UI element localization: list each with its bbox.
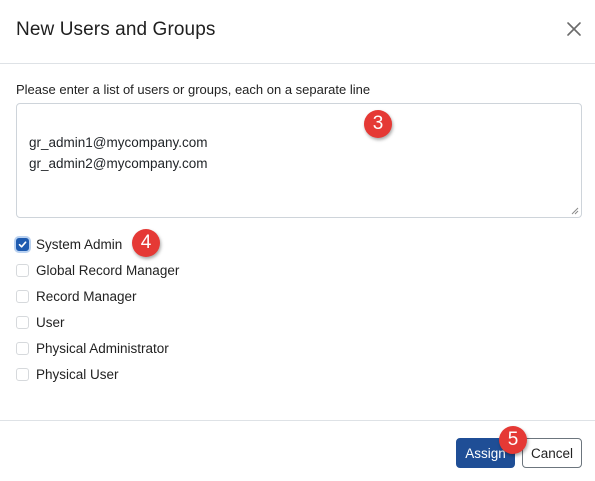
checkbox-physical-administrator[interactable] [16, 341, 29, 355]
instruction-label: Please enter a list of users or groups, … [16, 82, 371, 97]
role-label: User [36, 314, 65, 330]
checkbox-global-record-manager[interactable] [16, 263, 29, 277]
role-label: Physical Administrator [36, 340, 169, 356]
cancel-button[interactable]: Cancel [522, 438, 582, 468]
dialog-title: New Users and Groups [16, 19, 216, 40]
checkbox-physical-user[interactable] [16, 367, 29, 381]
role-record-manager[interactable]: Record Manager [16, 283, 179, 309]
checkbox-system-admin[interactable] [16, 237, 29, 251]
role-label: Global Record Manager [36, 262, 180, 278]
checkbox-record-manager[interactable] [16, 289, 29, 303]
resize-grip-icon[interactable] [571, 207, 579, 215]
step-3-badge: 3 [364, 110, 392, 138]
roles-list: System Admin Global Record Manager Recor… [16, 231, 179, 387]
new-users-groups-dialog: New Users and Groups Please enter a list… [0, 0, 595, 481]
role-global-record-manager[interactable]: Global Record Manager [16, 257, 179, 283]
role-label: Physical User [36, 366, 119, 382]
dialog-header: New Users and Groups [0, 0, 595, 64]
dialog-body: Please enter a list of users or groups, … [0, 64, 595, 420]
close-icon[interactable] [565, 20, 583, 38]
role-physical-administrator[interactable]: Physical Administrator [16, 335, 179, 361]
users-groups-textarea[interactable]: gr_admin1@mycompany.com gr_admin2@mycomp… [16, 103, 582, 218]
textarea-value: gr_admin1@mycompany.com gr_admin2@mycomp… [29, 135, 208, 171]
checkbox-user[interactable] [16, 315, 29, 329]
role-physical-user[interactable]: Physical User [16, 361, 179, 387]
role-label: Record Manager [36, 288, 137, 304]
role-label: System Admin [36, 236, 123, 252]
step-5-badge: 5 [499, 426, 527, 454]
step-4-badge: 4 [132, 229, 160, 257]
role-user[interactable]: User [16, 309, 179, 335]
checkmark-icon [18, 240, 27, 248]
